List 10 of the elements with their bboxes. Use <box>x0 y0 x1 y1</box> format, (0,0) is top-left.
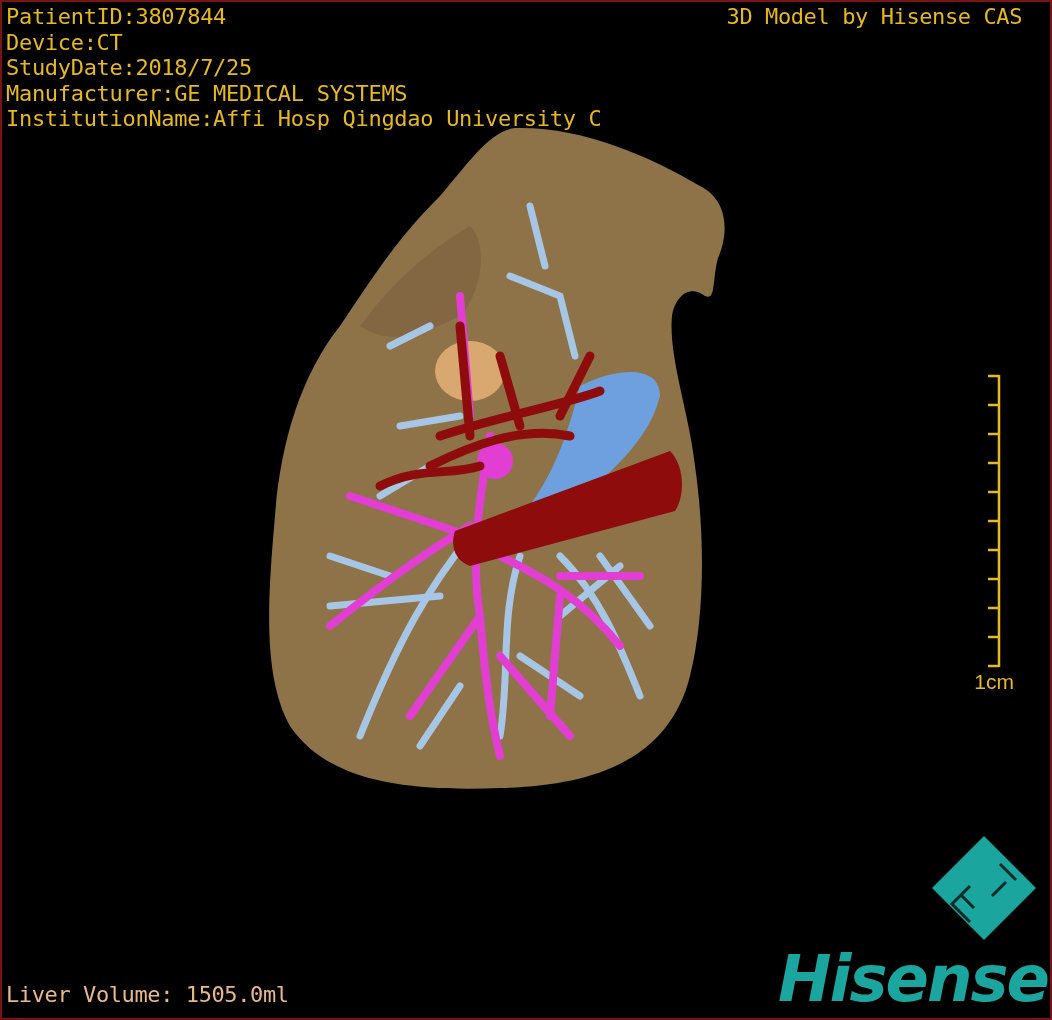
scale-label: 1cm <box>974 669 1014 694</box>
logo-wordmark: Hisense <box>777 948 1048 1010</box>
logo-icon <box>930 834 1038 942</box>
patient-info-text: StudyDate:2018/7/25 <box>6 55 253 81</box>
patient-info-text: PatientID:3807844 <box>6 4 228 30</box>
patient-info-text: Device:CT <box>6 29 124 55</box>
patient-info-text: InstitutionName:Affi Hosp Qingdao University C <box>6 106 602 132</box>
liver-volume-text: Liver Volume: 1505.0ml <box>6 982 289 1008</box>
patient-info-text: Manufacturer:GE MEDICAL SYSTEMS <box>6 80 409 106</box>
credit-text: 3D Model by Hisense CAS <box>726 4 1022 29</box>
